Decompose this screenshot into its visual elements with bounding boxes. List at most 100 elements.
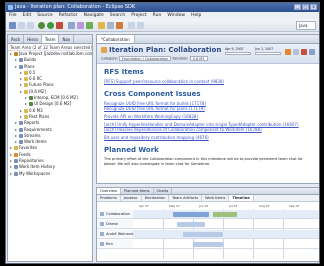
tab-overview[interactable]: Overview [97,188,121,194]
tree-node-icon [14,52,18,56]
timeline-row [133,240,319,249]
save-plan-icon[interactable] [309,49,315,55]
print-icon[interactable] [27,22,34,29]
close-button[interactable]: x [310,4,317,10]
search-icon[interactable] [107,22,114,29]
forward-icon[interactable] [137,22,144,29]
rfs-heading: RFS Items [104,68,144,76]
menu-bar: File Edit Source Refactor Navigate Searc… [6,12,319,19]
month-label: Sep 07 [289,204,300,208]
tab-team-artifacts-view[interactable]: Team Artifacts [169,195,203,201]
start-date[interactable]: Apr 9, 2007 [225,47,251,55]
tree-item-label: Future Plans [29,82,54,88]
menu-edit[interactable]: Edit [23,12,32,19]
refresh-icon[interactable] [285,49,291,55]
tree-node-icon [24,114,28,119]
menu-run[interactable]: Run [153,12,162,19]
minimize-button[interactable]: _ [294,4,301,10]
tab-javadoc[interactable]: Javadoc [121,195,142,201]
debug-icon[interactable] [38,22,45,29]
tab-problems[interactable]: Problems [97,195,121,201]
planned-work-text: The primary effort of the Collaboration … [104,157,303,166]
tree-item-label: My Workspaces [19,170,51,176]
tree-node-icon [14,152,18,157]
plan-icon [101,47,107,53]
category-field[interactable]: Foundation / Collaboration [119,56,172,61]
timeline-row-label[interactable]: Kim [97,240,133,249]
timeline-bar[interactable] [213,212,237,217]
menu-window[interactable]: Window [167,12,185,19]
new-icon[interactable] [9,22,16,29]
tree-node-icon [24,89,28,94]
save-icon[interactable] [18,22,25,29]
plan-category-row: Category: Foundation / Collaboration Ite… [101,56,208,61]
tree-node-icon [24,70,28,75]
timeline-bar[interactable] [173,212,209,217]
tab-navigator[interactable]: Nav [59,35,75,43]
tree-node-icon [14,146,18,151]
plan-title: Iteration Plan: Collaboration [101,46,221,54]
tree-node-icon [24,108,28,113]
timeline-bar[interactable] [183,232,223,237]
timeline-row-label[interactable]: Dinesh [97,220,133,229]
menu-search[interactable]: Search [110,12,125,19]
eclipse-app-icon [8,5,13,10]
month-label: Apr 07 [139,204,149,208]
menu-refactor[interactable]: Refactor [59,12,78,19]
perspective-switcher[interactable]: Java [296,21,316,30]
menu-navigate[interactable]: Navigate [84,12,104,19]
planned-work-heading: Planned Work [104,146,159,154]
timeline-row-label[interactable]: André Weinand [97,230,133,239]
tree-node-icon [19,127,23,132]
month-label: May 07 [169,204,180,208]
edit-icon[interactable] [293,49,299,55]
jazz-icon[interactable] [116,22,123,29]
open-type-icon[interactable] [98,22,105,29]
month-label: Jul 07 [229,204,238,208]
external-tools-icon[interactable] [56,22,63,29]
timeline-bar[interactable] [193,242,223,247]
timeline-row-name: Collaboration [106,212,130,216]
tree-node-icon [24,77,28,82]
back-icon[interactable] [128,22,135,29]
title-bar: Java - Iteration plan: Collaboration - E… [6,3,319,12]
run-icon[interactable] [47,22,54,29]
tab-timeline[interactable]: Timeline [229,195,254,201]
new-java-project-icon[interactable] [68,22,75,29]
iteration-field[interactable]: 0.6 M3 [189,56,208,61]
tree-item-label: UI Design [0.6 M2] [34,101,72,107]
tab-team-artifacts[interactable]: Team [41,35,60,43]
person-icon [100,232,104,236]
tree-node-icon [29,96,33,101]
timeline-row-name: Dinesh [106,222,119,226]
tree-node-icon [14,171,18,176]
menu-file[interactable]: File [9,12,17,19]
tab-package-explorer[interactable]: Pack [8,35,25,43]
delete-icon[interactable] [301,49,307,55]
new-class-icon[interactable] [86,22,93,29]
timeline-row [133,210,319,219]
menu-project[interactable]: Project [131,12,146,19]
view-tabs: Problems Javadoc Declaration Team Artifa… [97,195,319,202]
menu-help[interactable]: Help [191,12,201,19]
tree-item-label: Interop, ECM [0.6 M2] [34,95,78,101]
tab-work-items[interactable]: Work Items [202,195,230,201]
timeline-bar[interactable] [177,222,205,227]
tab-planned-items[interactable]: Planned Items [121,188,154,194]
tab-collaboration-plan[interactable]: *Collaboration [97,35,135,43]
tab-hierarchy[interactable]: Hiera [24,35,42,43]
tree-item[interactable]: ▸ My Workspaces [8,171,92,177]
tab-charts[interactable]: Charts [154,188,173,194]
timeline-row [133,220,319,229]
timeline-row-label[interactable]: Collaboration [97,210,133,219]
menu-source[interactable]: Source [37,12,52,19]
end-date[interactable]: Jun 1, 2007 [255,47,281,55]
tree-item-label: Java Project [jazzdev.rsstlab.ibm.com] [19,51,93,56]
timeline-row-name: Kim [106,242,113,246]
category-label: Category: [101,56,118,61]
tree-item-label: Feeds [19,151,31,157]
new-package-icon[interactable] [77,22,84,29]
left-view-tabs: Pack Hiera Team Nav [8,35,92,44]
tab-declaration[interactable]: Declaration [142,195,170,201]
maximize-button[interactable]: □ [302,4,309,10]
